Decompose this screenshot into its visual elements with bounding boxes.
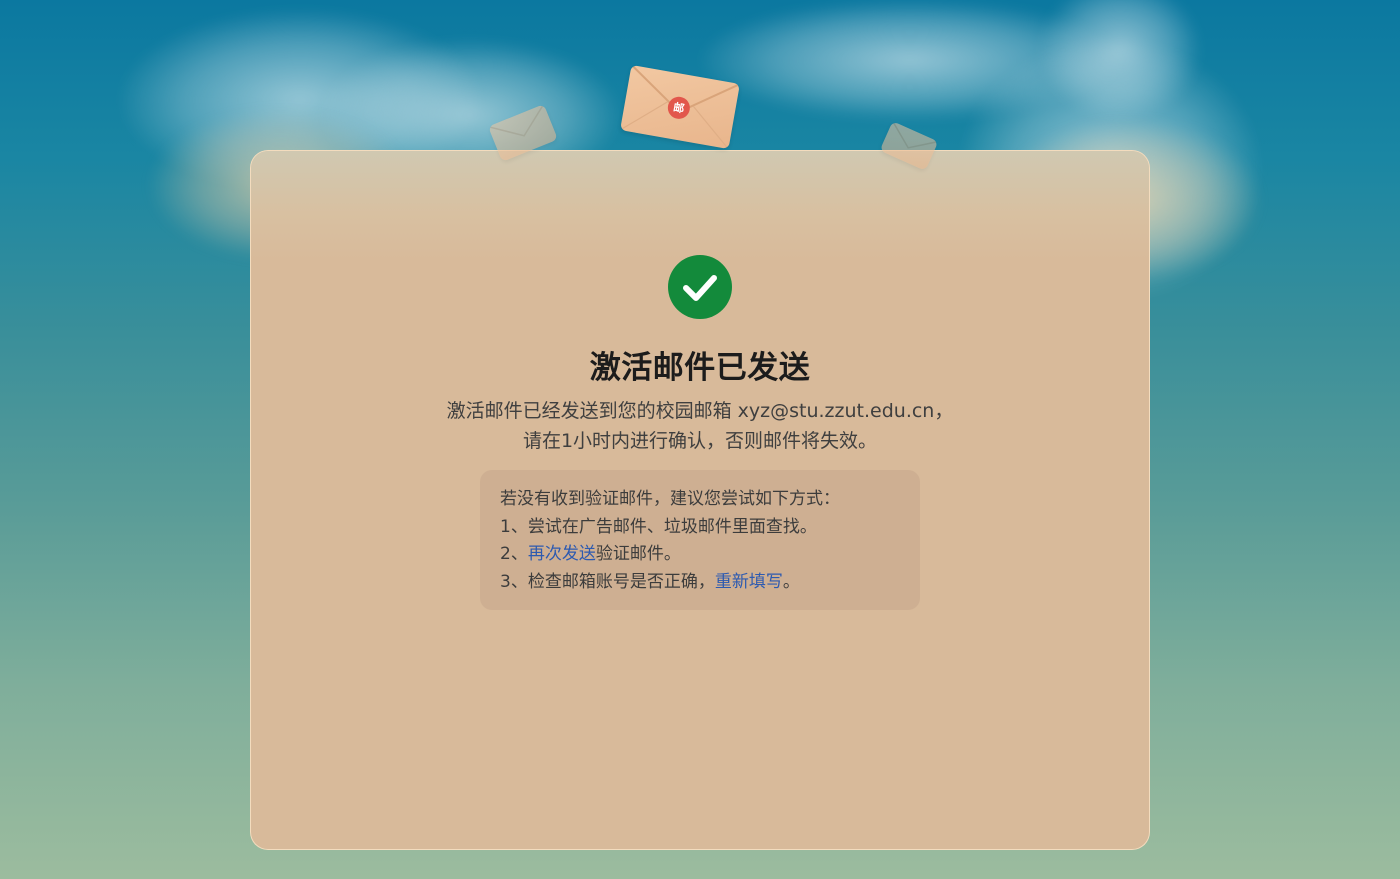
message-punctuation: ， [934, 400, 954, 422]
email-address: xyz@stu.zzut.edu.cn [737, 400, 935, 422]
tip-text: 。 [782, 571, 800, 592]
check-circle-icon [668, 255, 732, 319]
page-title: 激活邮件已发送 [589, 350, 811, 386]
refill-email-link[interactable]: 重新填写 [715, 572, 783, 592]
tips-box: 若没有收到验证邮件，建议您尝试如下方式： 1、尝试在广告邮件、垃圾邮件里面查找。… [480, 470, 920, 610]
tip-text: 3、检查邮箱账号是否正确， [500, 571, 715, 592]
tip-item: 3、检查邮箱账号是否正确，重新填写。 [500, 569, 900, 597]
tip-text: 验证邮件。 [595, 544, 681, 564]
message-text: 激活邮件已经发送到您的校园邮箱 [446, 400, 738, 422]
message-line-1: 激活邮件已经发送到您的校园邮箱 xyz@stu.zzut.edu.cn， [0, 396, 1400, 423]
card-cloud-haze [251, 151, 1149, 261]
page-background: 邮 激活邮件已发送 激活邮件已经发送到您的校园邮箱 xyz@stu.zzut.e… [0, 0, 1400, 879]
message-line-2: 请在1小时内进行确认，否则邮件将失效。 [522, 430, 878, 452]
resend-link[interactable]: 再次发送 [528, 544, 596, 564]
tips-heading: 若没有收到验证邮件，建议您尝试如下方式： [500, 489, 840, 509]
tip-item: 1、尝试在广告邮件、垃圾邮件里面查找。 [500, 516, 817, 537]
tip-item: 2、再次发送验证邮件。 [500, 541, 900, 569]
tip-text: 2、 [500, 544, 528, 564]
